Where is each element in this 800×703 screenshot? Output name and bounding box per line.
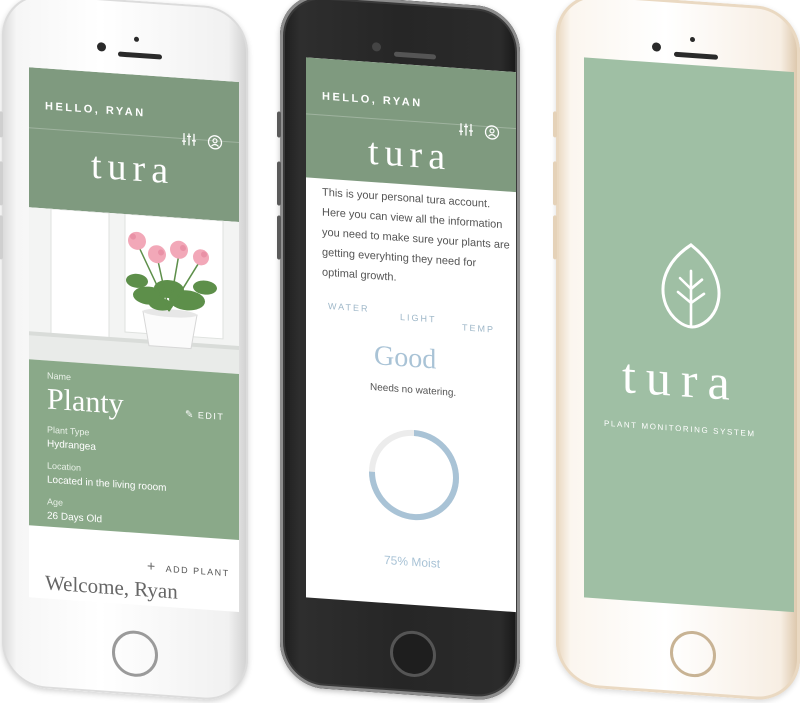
intro-text: This is your personal tura account. Here… [322, 183, 512, 296]
moisture-ring [364, 421, 464, 528]
edit-label: EDIT [198, 410, 225, 422]
moisture-label: 75% Moist [384, 553, 440, 571]
user-icon[interactable] [484, 124, 500, 146]
location-value: Located in the living rooom [47, 475, 167, 494]
phone-dark: HELLO, RYAN [280, 0, 520, 694]
splash-screen: tura PLANT MONITORING SYSTEM [584, 57, 794, 612]
front-camera [372, 42, 381, 52]
add-plant-label: ADD PLANT [166, 564, 230, 578]
name-label: Name [47, 371, 71, 383]
user-icon[interactable] [207, 134, 223, 156]
leaf-icon [656, 238, 726, 338]
greeting: HELLO, RYAN [45, 100, 146, 119]
plant-photo [29, 207, 239, 374]
greeting: HELLO, RYAN [322, 91, 423, 110]
phone-silver: HELLO, RYAN [2, 0, 248, 694]
age-value: 26 Days Old [47, 511, 102, 526]
dashboard-screen: HELLO, RYAN [306, 57, 516, 612]
status-heading: Good [374, 340, 436, 376]
plant-info-panel: Name Planty ✎ EDIT Plant Type Hydrangea … [29, 359, 239, 540]
status-detail: Needs no watering. [370, 382, 456, 399]
edit-button[interactable]: ✎ EDIT [185, 404, 224, 425]
phone-gold: tura PLANT MONITORING SYSTEM [556, 0, 800, 694]
splash-tagline: PLANT MONITORING SYSTEM [604, 419, 756, 439]
tab-light[interactable]: LIGHT [400, 312, 437, 325]
plant-type-value: Hydrangea [47, 439, 96, 453]
plus-icon: + [147, 558, 155, 575]
front-camera [97, 42, 106, 52]
pencil-icon: ✎ [185, 409, 193, 421]
splash-brand: tura [622, 346, 740, 412]
plant-type-label: Plant Type [47, 425, 89, 438]
brand-wordmark: tura [91, 144, 174, 194]
front-camera [652, 42, 661, 52]
location-label: Location [47, 461, 81, 473]
sliders-icon[interactable] [458, 122, 474, 142]
sliders-icon[interactable] [181, 132, 197, 152]
plant-name: Planty [47, 383, 124, 422]
tab-temp[interactable]: TEMP [462, 322, 495, 334]
profile-screen: HELLO, RYAN [29, 67, 239, 612]
brand-wordmark: tura [368, 130, 451, 180]
age-label: Age [47, 497, 63, 508]
tab-water[interactable]: WATER [328, 301, 370, 314]
